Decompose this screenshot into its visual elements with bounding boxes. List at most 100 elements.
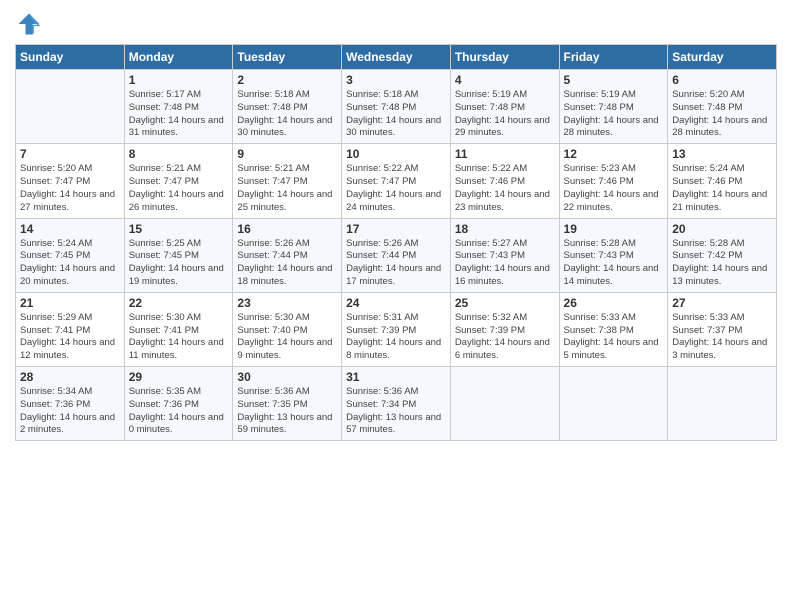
day-number: 30: [237, 370, 337, 384]
calendar-cell: 29 Sunrise: 5:35 AMSunset: 7:36 PMDayligh…: [124, 367, 233, 441]
day-info: Sunrise: 5:35 AMSunset: 7:36 PMDaylight:…: [129, 386, 229, 437]
day-number: 31: [346, 370, 446, 384]
day-number: 29: [129, 370, 229, 384]
week-row-1: 1 Sunrise: 5:17 AMSunset: 7:48 PMDaylight…: [16, 70, 777, 144]
day-info: Sunrise: 5:23 AMSunset: 7:46 PMDaylight:…: [564, 163, 664, 214]
calendar-cell: 1 Sunrise: 5:17 AMSunset: 7:48 PMDaylight…: [124, 70, 233, 144]
day-header-wednesday: Wednesday: [342, 45, 451, 70]
calendar-cell: 24 Sunrise: 5:31 AMSunset: 7:39 PMDayligh…: [342, 292, 451, 366]
calendar-cell: [16, 70, 125, 144]
calendar-cell: 13 Sunrise: 5:24 AMSunset: 7:46 PMDayligh…: [668, 144, 777, 218]
day-info: Sunrise: 5:36 AMSunset: 7:34 PMDaylight:…: [346, 386, 446, 437]
day-info: Sunrise: 5:24 AMSunset: 7:46 PMDaylight:…: [672, 163, 772, 214]
calendar-cell: 17 Sunrise: 5:26 AMSunset: 7:44 PMDayligh…: [342, 218, 451, 292]
day-number: 13: [672, 147, 772, 161]
logo: [15, 10, 47, 38]
day-info: Sunrise: 5:31 AMSunset: 7:39 PMDaylight:…: [346, 312, 446, 363]
calendar-cell: 14 Sunrise: 5:24 AMSunset: 7:45 PMDayligh…: [16, 218, 125, 292]
day-number: 25: [455, 296, 555, 310]
day-info: Sunrise: 5:19 AMSunset: 7:48 PMDaylight:…: [455, 89, 555, 140]
day-info: Sunrise: 5:18 AMSunset: 7:48 PMDaylight:…: [346, 89, 446, 140]
day-number: 5: [564, 73, 664, 87]
day-info: Sunrise: 5:32 AMSunset: 7:39 PMDaylight:…: [455, 312, 555, 363]
day-info: Sunrise: 5:36 AMSunset: 7:35 PMDaylight:…: [237, 386, 337, 437]
calendar-cell: 3 Sunrise: 5:18 AMSunset: 7:48 PMDaylight…: [342, 70, 451, 144]
day-info: Sunrise: 5:34 AMSunset: 7:36 PMDaylight:…: [20, 386, 120, 437]
day-header-thursday: Thursday: [450, 45, 559, 70]
calendar-header-row: SundayMondayTuesdayWednesdayThursdayFrid…: [16, 45, 777, 70]
day-info: Sunrise: 5:24 AMSunset: 7:45 PMDaylight:…: [20, 238, 120, 289]
calendar-cell: [450, 367, 559, 441]
day-header-friday: Friday: [559, 45, 668, 70]
day-number: 26: [564, 296, 664, 310]
day-header-saturday: Saturday: [668, 45, 777, 70]
calendar: SundayMondayTuesdayWednesdayThursdayFrid…: [15, 44, 777, 441]
logo-icon: [15, 10, 43, 38]
day-info: Sunrise: 5:21 AMSunset: 7:47 PMDaylight:…: [237, 163, 337, 214]
day-info: Sunrise: 5:21 AMSunset: 7:47 PMDaylight:…: [129, 163, 229, 214]
day-info: Sunrise: 5:26 AMSunset: 7:44 PMDaylight:…: [346, 238, 446, 289]
day-number: 14: [20, 222, 120, 236]
calendar-cell: 10 Sunrise: 5:22 AMSunset: 7:47 PMDayligh…: [342, 144, 451, 218]
day-info: Sunrise: 5:20 AMSunset: 7:48 PMDaylight:…: [672, 89, 772, 140]
day-info: Sunrise: 5:25 AMSunset: 7:45 PMDaylight:…: [129, 238, 229, 289]
day-number: 9: [237, 147, 337, 161]
calendar-cell: 28Sunrise: 5:34 AMSunset: 7:36 PMDayligh…: [16, 367, 125, 441]
week-row-3: 14 Sunrise: 5:24 AMSunset: 7:45 PMDayligh…: [16, 218, 777, 292]
day-info: Sunrise: 5:33 AMSunset: 7:37 PMDaylight:…: [672, 312, 772, 363]
day-info: Sunrise: 5:22 AMSunset: 7:46 PMDaylight:…: [455, 163, 555, 214]
day-info: Sunrise: 5:30 AMSunset: 7:40 PMDaylight:…: [237, 312, 337, 363]
day-number: 16: [237, 222, 337, 236]
day-number: 15: [129, 222, 229, 236]
day-number: 24: [346, 296, 446, 310]
day-number: 20: [672, 222, 772, 236]
calendar-cell: 26 Sunrise: 5:33 AMSunset: 7:38 PMDayligh…: [559, 292, 668, 366]
calendar-cell: 16Sunrise: 5:26 AMSunset: 7:44 PMDayligh…: [233, 218, 342, 292]
calendar-cell: 11 Sunrise: 5:22 AMSunset: 7:46 PMDayligh…: [450, 144, 559, 218]
calendar-cell: 5Sunrise: 5:19 AMSunset: 7:48 PMDaylight…: [559, 70, 668, 144]
day-number: 1: [129, 73, 229, 87]
day-number: 7: [20, 147, 120, 161]
calendar-cell: 23 Sunrise: 5:30 AMSunset: 7:40 PMDayligh…: [233, 292, 342, 366]
day-header-monday: Monday: [124, 45, 233, 70]
calendar-cell: 19Sunrise: 5:28 AMSunset: 7:43 PMDayligh…: [559, 218, 668, 292]
calendar-cell: 8Sunrise: 5:21 AMSunset: 7:47 PMDaylight…: [124, 144, 233, 218]
calendar-cell: [559, 367, 668, 441]
calendar-cell: 30 Sunrise: 5:36 AMSunset: 7:35 PMDayligh…: [233, 367, 342, 441]
day-number: 6: [672, 73, 772, 87]
day-info: Sunrise: 5:29 AMSunset: 7:41 PMDaylight:…: [20, 312, 120, 363]
day-number: 18: [455, 222, 555, 236]
calendar-cell: 25 Sunrise: 5:32 AMSunset: 7:39 PMDayligh…: [450, 292, 559, 366]
calendar-cell: 21 Sunrise: 5:29 AMSunset: 7:41 PMDayligh…: [16, 292, 125, 366]
calendar-cell: 12Sunrise: 5:23 AMSunset: 7:46 PMDayligh…: [559, 144, 668, 218]
day-number: 17: [346, 222, 446, 236]
day-info: Sunrise: 5:28 AMSunset: 7:42 PMDaylight:…: [672, 238, 772, 289]
day-info: Sunrise: 5:30 AMSunset: 7:41 PMDaylight:…: [129, 312, 229, 363]
day-number: 23: [237, 296, 337, 310]
calendar-cell: 7 Sunrise: 5:20 AMSunset: 7:47 PMDaylight…: [16, 144, 125, 218]
week-row-5: 28Sunrise: 5:34 AMSunset: 7:36 PMDayligh…: [16, 367, 777, 441]
calendar-cell: 2Sunrise: 5:18 AMSunset: 7:48 PMDaylight…: [233, 70, 342, 144]
calendar-cell: 27Sunrise: 5:33 AMSunset: 7:37 PMDayligh…: [668, 292, 777, 366]
day-number: 10: [346, 147, 446, 161]
day-number: 21: [20, 296, 120, 310]
day-number: 3: [346, 73, 446, 87]
calendar-cell: 15 Sunrise: 5:25 AMSunset: 7:45 PMDayligh…: [124, 218, 233, 292]
day-info: Sunrise: 5:33 AMSunset: 7:38 PMDaylight:…: [564, 312, 664, 363]
calendar-cell: 9 Sunrise: 5:21 AMSunset: 7:47 PMDaylight…: [233, 144, 342, 218]
day-header-tuesday: Tuesday: [233, 45, 342, 70]
day-info: Sunrise: 5:27 AMSunset: 7:43 PMDaylight:…: [455, 238, 555, 289]
day-header-sunday: Sunday: [16, 45, 125, 70]
calendar-cell: [668, 367, 777, 441]
calendar-cell: 31 Sunrise: 5:36 AMSunset: 7:34 PMDayligh…: [342, 367, 451, 441]
day-info: Sunrise: 5:28 AMSunset: 7:43 PMDaylight:…: [564, 238, 664, 289]
day-number: 11: [455, 147, 555, 161]
header: [15, 10, 777, 38]
day-info: Sunrise: 5:20 AMSunset: 7:47 PMDaylight:…: [20, 163, 120, 214]
day-info: Sunrise: 5:22 AMSunset: 7:47 PMDaylight:…: [346, 163, 446, 214]
day-info: Sunrise: 5:17 AMSunset: 7:48 PMDaylight:…: [129, 89, 229, 140]
calendar-cell: 22Sunrise: 5:30 AMSunset: 7:41 PMDayligh…: [124, 292, 233, 366]
day-number: 4: [455, 73, 555, 87]
day-number: 2: [237, 73, 337, 87]
calendar-cell: 18 Sunrise: 5:27 AMSunset: 7:43 PMDayligh…: [450, 218, 559, 292]
